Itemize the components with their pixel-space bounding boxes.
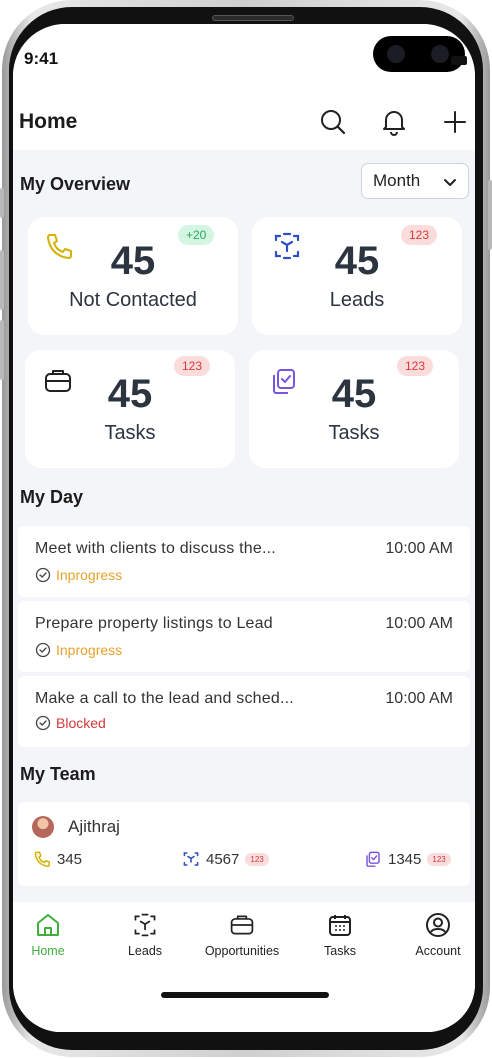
check-circle-icon <box>35 715 51 731</box>
search-icon[interactable] <box>318 107 348 137</box>
tab-leads[interactable]: Leads <box>100 910 190 958</box>
tab-label: Opportunities <box>204 944 280 958</box>
home-indicator[interactable] <box>161 992 329 998</box>
overview-card-not-contacted[interactable]: +20 45 Not Contacted <box>28 217 238 335</box>
card-value: 45 <box>334 239 380 283</box>
volume-up-button <box>0 250 4 310</box>
add-icon[interactable] <box>440 107 470 137</box>
card-label: Tasks <box>328 422 380 444</box>
camera-icon <box>387 45 405 63</box>
card-value: 45 <box>107 372 153 416</box>
task-time: 10:00 AM <box>385 615 453 632</box>
task-status-label: Blocked <box>56 715 106 731</box>
calendar-icon <box>295 910 385 940</box>
phone-icon <box>34 851 50 867</box>
power-button <box>488 180 492 250</box>
tab-account[interactable]: Account <box>393 910 475 958</box>
tab-label: Account <box>415 944 461 958</box>
volume-down-button <box>0 320 4 380</box>
my-day-title: My Day <box>20 487 84 507</box>
task-time: 10:00 AM <box>385 540 453 557</box>
side-button <box>0 188 4 218</box>
tab-home[interactable]: Home <box>13 910 93 958</box>
card-label: Not Contacted <box>69 289 197 311</box>
status-time: 9:41 <box>24 49 59 68</box>
screen: 9:41 Home My Overview Month +20 45 Not C <box>13 24 475 1032</box>
check-circle-icon <box>35 642 51 658</box>
task-row[interactable]: Prepare property listings to Lead 10:00 … <box>18 601 470 672</box>
chevron-down-icon <box>443 174 457 194</box>
overview-card-tasks[interactable]: 123 45 Tasks <box>25 350 235 468</box>
dynamic-island <box>373 36 465 72</box>
task-status: Blocked <box>35 715 106 731</box>
tab-tasks[interactable]: Tasks <box>295 910 385 958</box>
home-icon <box>13 910 93 940</box>
battery-icon <box>451 56 467 65</box>
speaker <box>212 15 294 21</box>
task-row[interactable]: Make a call to the lead and sched... 10:… <box>18 676 470 747</box>
briefcase-icon <box>197 910 287 940</box>
team-stat-leads: 4567 123 <box>182 850 269 868</box>
card-value: 45 <box>110 239 156 283</box>
team-member-row[interactable]: Ajithraj 345 4567 123 1345 123 <box>18 802 470 886</box>
tab-opportunities[interactable]: Opportunities <box>197 910 287 958</box>
task-row[interactable]: Meet with clients to discuss the... 10:0… <box>18 526 470 597</box>
tab-label: Leads <box>127 944 163 958</box>
task-title: Prepare property listings to Lead <box>35 615 273 632</box>
task-status-label: Inprogress <box>56 567 123 583</box>
bottom-tab-bar: Home Leads Opportunities Tasks Account <box>13 902 475 1032</box>
page-title: Home <box>19 110 78 133</box>
card-label: Leads <box>329 289 385 311</box>
card-label: Tasks <box>104 422 156 444</box>
leads-count: 4567 <box>206 850 240 868</box>
overview-title: My Overview <box>20 174 131 194</box>
status-badge: 123 <box>245 852 269 866</box>
period-select[interactable]: Month <box>361 163 469 199</box>
task-status: Inprogress <box>35 567 122 583</box>
tasks-count: 1345 <box>388 850 422 868</box>
team-stat-calls: 345 <box>33 850 82 868</box>
status-badge: 123 <box>427 852 451 866</box>
task-title: Meet with clients to discuss the... <box>35 540 276 557</box>
team-member-name: Ajithraj <box>68 817 120 836</box>
task-status-label: Inprogress <box>56 642 123 658</box>
overview-card-leads[interactable]: 123 45 Leads <box>252 217 462 335</box>
tab-label: Tasks <box>324 944 356 958</box>
my-team-title: My Team <box>20 764 96 784</box>
task-title: Make a call to the lead and sched... <box>35 690 294 707</box>
task-time: 10:00 AM <box>385 690 453 707</box>
account-icon <box>393 910 475 940</box>
team-stat-tasks: 1345 123 <box>364 850 451 868</box>
sensor-icon <box>431 45 449 63</box>
period-value: Month <box>373 171 421 190</box>
check-circle-icon <box>35 567 51 583</box>
clipboard-icon <box>366 851 380 867</box>
leads-icon <box>100 910 190 940</box>
app-header: Home <box>13 94 475 150</box>
status-bar: 9:41 <box>13 24 475 94</box>
avatar <box>32 816 54 838</box>
bell-icon[interactable] <box>379 107 409 137</box>
card-value: 45 <box>331 372 377 416</box>
tab-label: Home <box>31 944 65 958</box>
leads-icon <box>183 852 199 866</box>
overview-card-tasks-2[interactable]: 123 45 Tasks <box>249 350 459 468</box>
calls-count: 345 <box>57 850 83 868</box>
task-status: Inprogress <box>35 642 122 658</box>
